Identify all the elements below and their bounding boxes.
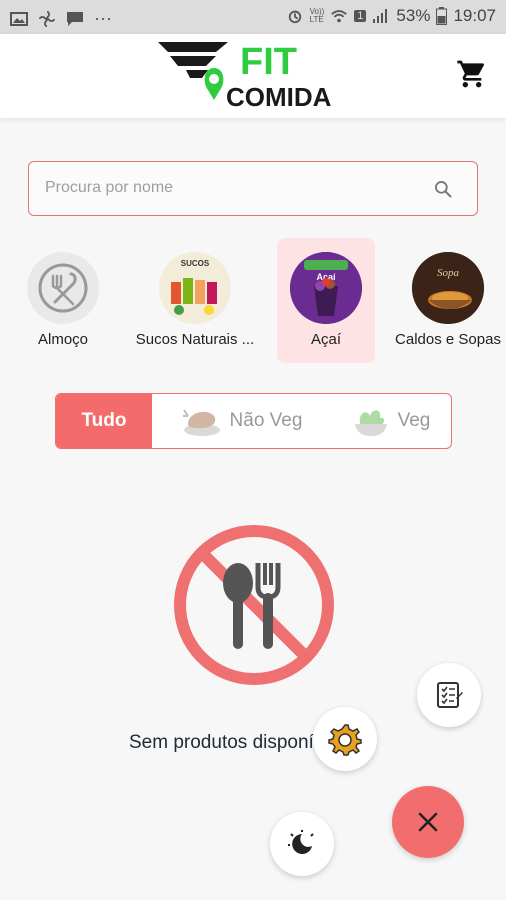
search-input[interactable] xyxy=(45,162,425,214)
message-notification-icon xyxy=(67,11,83,26)
tab-tudo[interactable]: Tudo xyxy=(56,394,152,448)
wifi-icon xyxy=(331,10,348,23)
category-label: Açaí xyxy=(310,331,341,348)
search-box xyxy=(28,161,478,216)
meat-icon xyxy=(182,409,220,436)
alarm-icon xyxy=(288,10,301,24)
food-type-filter: Tudo Não Veg Veg xyxy=(55,393,452,449)
gear-icon xyxy=(328,724,362,756)
status-bar: ··· Vo)) LTE 1 53% 19:07 xyxy=(0,0,506,34)
search-icon[interactable] xyxy=(433,179,453,199)
theme-toggle-button[interactable] xyxy=(270,812,334,876)
sim-badge: 1 xyxy=(354,10,367,22)
tab-label: Tudo xyxy=(81,410,127,431)
category-label: Almoço xyxy=(37,331,89,348)
category-almoco-thumb xyxy=(27,252,99,324)
category-sucos-naturais[interactable]: SUCOS Sucos Naturais ... xyxy=(136,238,254,363)
tab-label: Não Veg xyxy=(229,410,303,431)
status-right: Vo)) LTE 1 53% 19:07 xyxy=(286,6,496,26)
clock: 19:07 xyxy=(453,6,496,25)
logo-text-comida: COMIDA xyxy=(226,82,332,112)
category-acai-thumb: Açaí xyxy=(290,252,362,324)
category-label: Caldos e Sopas xyxy=(395,331,501,348)
app-bar: FIT COMIDA xyxy=(0,34,506,118)
no-food-icon xyxy=(174,525,334,685)
category-label: Sucos Naturais ... xyxy=(135,331,255,348)
more-notifications: ··· xyxy=(94,8,112,28)
order-list-button[interactable] xyxy=(417,663,481,727)
close-menu-button[interactable] xyxy=(392,786,464,858)
battery-percent: 53% xyxy=(396,6,431,25)
fit-comida-logo: FIT COMIDA xyxy=(158,41,332,112)
category-acai[interactable]: Açaí Açaí xyxy=(277,238,375,363)
settings-button[interactable] xyxy=(313,707,377,771)
category-sucos-thumb: SUCOS xyxy=(159,252,231,324)
tab-nao-veg[interactable]: Não Veg xyxy=(152,394,332,448)
juice-image: SUCOS xyxy=(159,252,231,324)
shopping-cart-icon[interactable] xyxy=(456,58,488,90)
category-almoco[interactable]: Almoço xyxy=(8,238,118,363)
category-caldos-sopas[interactable]: Sopa Caldos e Sopas xyxy=(393,238,503,363)
salad-icon xyxy=(354,410,387,436)
close-icon xyxy=(418,812,438,832)
soup-image: Sopa xyxy=(412,252,484,324)
svg-text:SUCOS: SUCOS xyxy=(181,259,210,268)
status-left: ··· xyxy=(10,8,112,29)
category-caldos-thumb: Sopa xyxy=(412,252,484,324)
tab-label: Veg xyxy=(397,410,431,431)
volte-label: Vo)) LTE xyxy=(309,7,325,24)
svg-text:Sopa: Sopa xyxy=(437,267,460,279)
logo-text-fit: FIT xyxy=(240,41,297,83)
checklist-icon xyxy=(437,682,463,708)
signal-icon xyxy=(373,9,388,23)
image-notification-icon xyxy=(10,11,28,26)
fan-notification-icon xyxy=(39,10,55,27)
day-night-icon xyxy=(288,830,314,854)
tab-veg[interactable]: Veg xyxy=(332,394,450,448)
acai-image: Açaí xyxy=(290,252,362,324)
no-fork-spoon-icon xyxy=(38,263,88,313)
battery-icon xyxy=(436,7,448,25)
